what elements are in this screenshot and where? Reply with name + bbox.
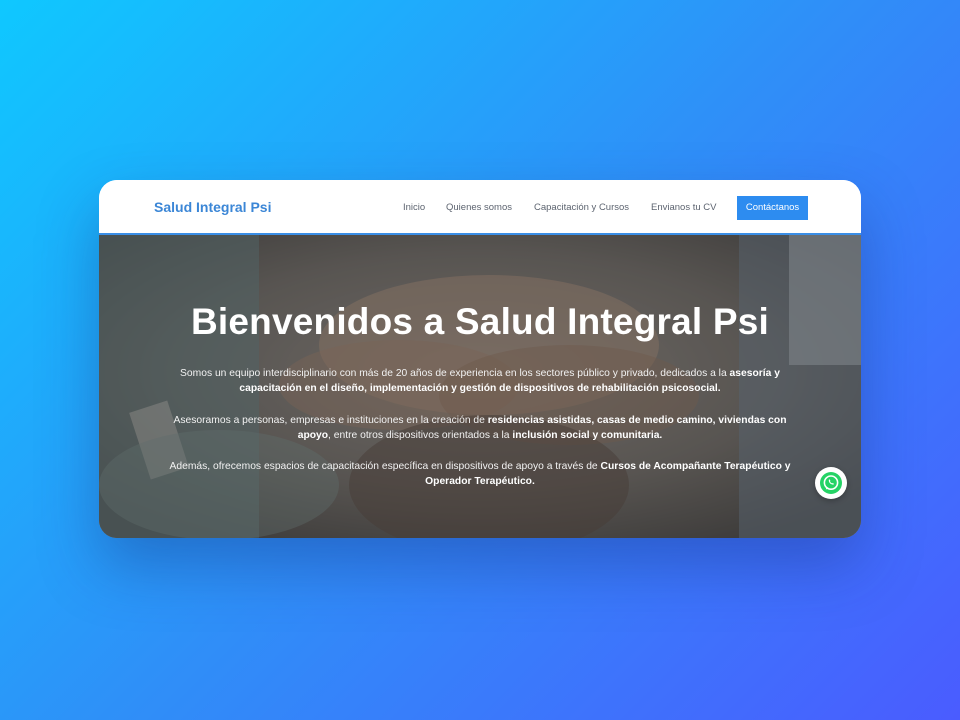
hero-title: Bienvenidos a Salud Integral Psi	[190, 301, 769, 342]
nav-link-envianos-tu-cv[interactable]: Envianos tu CV	[651, 202, 716, 213]
nav-link-inicio[interactable]: Inicio	[403, 202, 425, 213]
hero-paragraph-3-text: Además, ofrecemos espacios de capacitaci…	[169, 461, 601, 472]
hero-paragraph-2: Asesoramos a personas, empresas e instit…	[169, 413, 791, 443]
hero-paragraph-2-text-2: , entre otros dispositivos orientados a …	[328, 430, 513, 441]
hero-paragraph-2-highlight-2: inclusión social y comunitaria.	[512, 430, 663, 441]
hero-paragraph-3: Además, ofrecemos espacios de capacitaci…	[169, 459, 791, 489]
nav-link-capacitacion-y-cursos[interactable]: Capacitación y Cursos	[534, 202, 629, 213]
brand-logo-link[interactable]: Salud Integral Psi	[154, 199, 271, 215]
website-window: Salud Integral Psi Inicio Quienes somos …	[99, 180, 861, 538]
hero-paragraph-2-text: Asesoramos a personas, empresas e instit…	[173, 415, 488, 426]
whatsapp-icon	[820, 472, 842, 494]
nav-link-quienes-somos[interactable]: Quienes somos	[446, 202, 512, 213]
navbar: Salud Integral Psi Inicio Quienes somos …	[99, 180, 861, 235]
contact-button[interactable]: Contáctanos	[737, 196, 808, 220]
whatsapp-chat-button[interactable]	[815, 467, 847, 499]
hero-paragraph-1-text: Somos un equipo interdisciplinario con m…	[180, 368, 730, 379]
hero-section: Bienvenidos a Salud Integral Psi Somos u…	[99, 235, 861, 538]
hero-paragraph-1: Somos un equipo interdisciplinario con m…	[169, 366, 791, 396]
